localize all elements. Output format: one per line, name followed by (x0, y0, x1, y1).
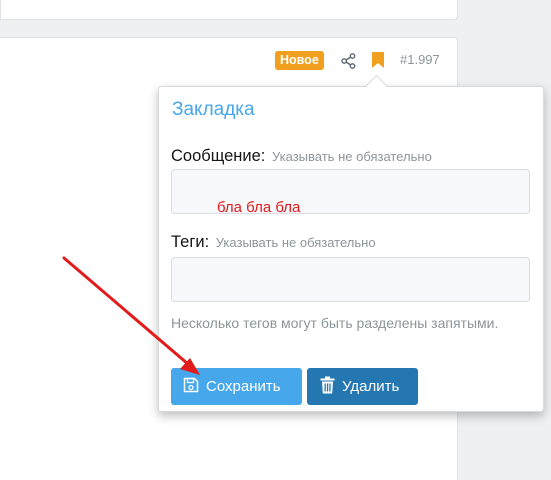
bookmark-popup: Закладка Сообщение: Указывать не обязате… (158, 74, 544, 412)
tags-field[interactable] (171, 257, 530, 302)
save-button-label: Сохранить (206, 378, 281, 395)
message-label: Сообщение: Указывать не обязательно (171, 147, 432, 166)
trash-icon (320, 376, 342, 398)
message-label-text: Сообщение: (171, 147, 266, 165)
tags-label-text: Теги: (171, 233, 210, 251)
message-hint: Указывать не обязательно (271, 149, 432, 164)
delete-button-label: Удалить (342, 378, 400, 395)
share-icon[interactable] (341, 53, 356, 69)
previous-post-card (0, 0, 458, 20)
save-button[interactable]: Сохранить (171, 368, 302, 405)
post-number-link[interactable]: #1.997 (400, 52, 440, 67)
bookmark-icon[interactable] (372, 52, 384, 68)
popup-title: Закладка (172, 99, 255, 120)
new-badge: Новое (275, 51, 324, 70)
delete-button[interactable]: Удалить (307, 368, 418, 405)
tags-help-text: Несколько тегов могут быть разделены зап… (171, 315, 499, 331)
tags-hint: Указывать не обязательно (215, 235, 376, 250)
post-actions-bar: Новое #1.997 (0, 51, 447, 71)
tags-label: Теги: Указывать не обязательно (171, 233, 376, 252)
message-field-value: бла бла бла (217, 199, 301, 216)
message-field[interactable]: бла бла бла (171, 169, 530, 216)
floppy-disk-icon (183, 377, 206, 397)
